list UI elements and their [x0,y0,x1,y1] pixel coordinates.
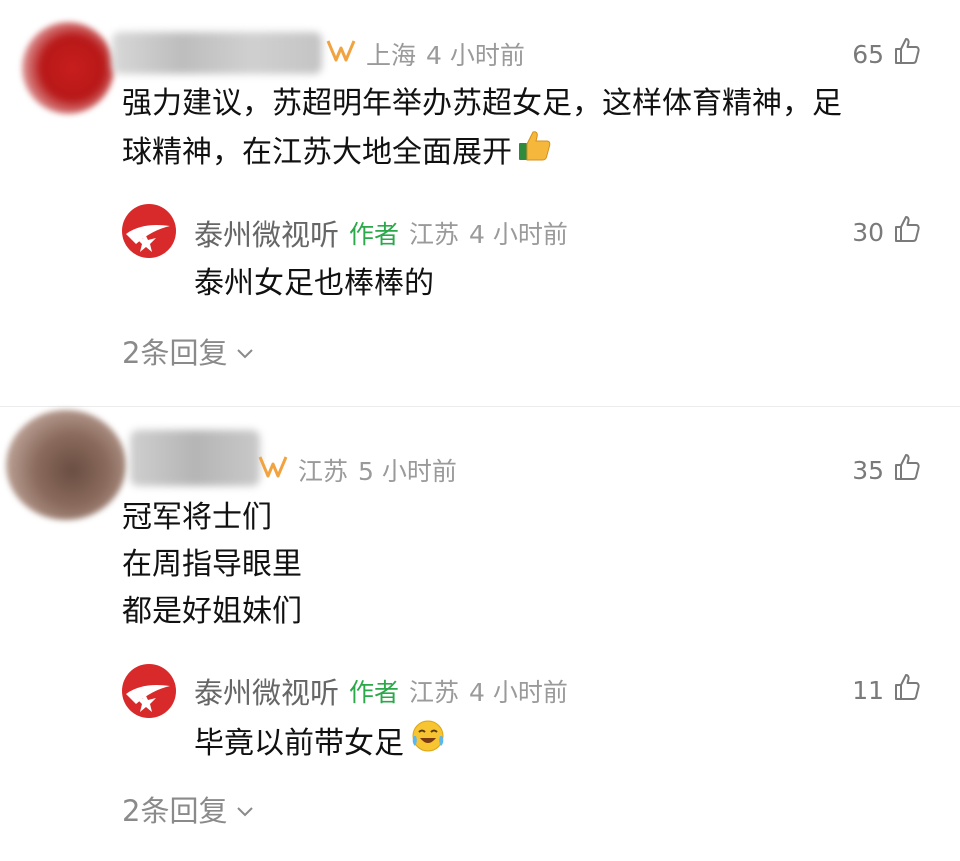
author-tag: 作者 [349,678,400,707]
like-button[interactable]: 65 [852,36,922,72]
like-button[interactable]: 11 [852,672,922,708]
author-avatar[interactable] [122,664,176,718]
view-replies-button[interactable]: 2条回复 [122,788,255,830]
thumbs-up-emoji-icon [516,127,552,177]
like-count: 11 [852,675,884,705]
user-name-blurred[interactable] [112,32,322,74]
replies-label: 2条回复 [122,336,228,370]
user-avatar[interactable] [22,22,114,114]
reply-meta: 泰州微视听 作者 江苏 4 小时前 [194,212,568,254]
view-replies-button[interactable]: 2条回复 [122,330,255,372]
replies-label: 2条回复 [122,794,228,828]
thumbs-up-icon [892,36,922,72]
comment-divider [0,406,960,407]
reply-meta: 泰州微视听 作者 江苏 4 小时前 [194,670,568,712]
vip-badge-icon [258,454,288,486]
reply-author-name[interactable]: 泰州微视听 [194,670,339,712]
laughing-crying-emoji-icon [410,718,446,768]
comment-text-line: 冠军将士们 [122,500,272,535]
reply-location: 江苏 [409,678,460,707]
thumbs-up-icon [892,214,922,250]
comment-time: 4 小时前 [426,41,525,70]
like-button[interactable]: 30 [852,214,922,250]
reply-time: 4 小时前 [469,220,568,249]
reply-time: 4 小时前 [469,678,568,707]
chevron-down-icon [235,334,255,368]
reply-text-content: 毕竟以前带女足 [194,725,404,761]
comment-time: 5 小时前 [358,457,457,486]
user-name-blurred[interactable] [130,430,260,486]
like-count: 35 [852,455,884,485]
thumbs-up-icon [892,672,922,708]
comment-text: 冠军将士们 在周指导眼里 都是好姐妹们 [122,494,302,635]
user-avatar[interactable] [6,410,126,520]
thumbs-up-icon [892,452,922,488]
comment-meta: 上海 4 小时前 [326,36,525,72]
like-button[interactable]: 35 [852,452,922,488]
comment-text: 强力建议，苏超明年举办苏超女足，这样体育精神，足 球精神，在江苏大地全面展开 [122,80,922,177]
author-avatar[interactable] [122,204,176,258]
vip-badge-icon [326,38,356,70]
reply-location: 江苏 [409,220,460,249]
comment-text-line: 都是好姐妹们 [122,594,302,629]
comment-location: 江苏 [298,457,349,486]
like-count: 65 [852,39,884,69]
author-tag: 作者 [349,220,400,249]
chevron-down-icon [235,792,255,826]
reply-text: 泰州女足也棒棒的 [194,266,434,301]
like-count: 30 [852,217,884,247]
reply-author-name[interactable]: 泰州微视听 [194,212,339,254]
comment-location: 上海 [366,41,417,70]
comment-text-line: 在周指导眼里 [122,547,302,582]
comment-text-line: 强力建议，苏超明年举办苏超女足，这样体育精神，足 [122,86,842,121]
comment-meta: 江苏 5 小时前 [258,452,457,488]
comment-text-line: 球精神，在江苏大地全面展开 [122,134,512,170]
reply-text: 毕竟以前带女足 [194,718,446,768]
